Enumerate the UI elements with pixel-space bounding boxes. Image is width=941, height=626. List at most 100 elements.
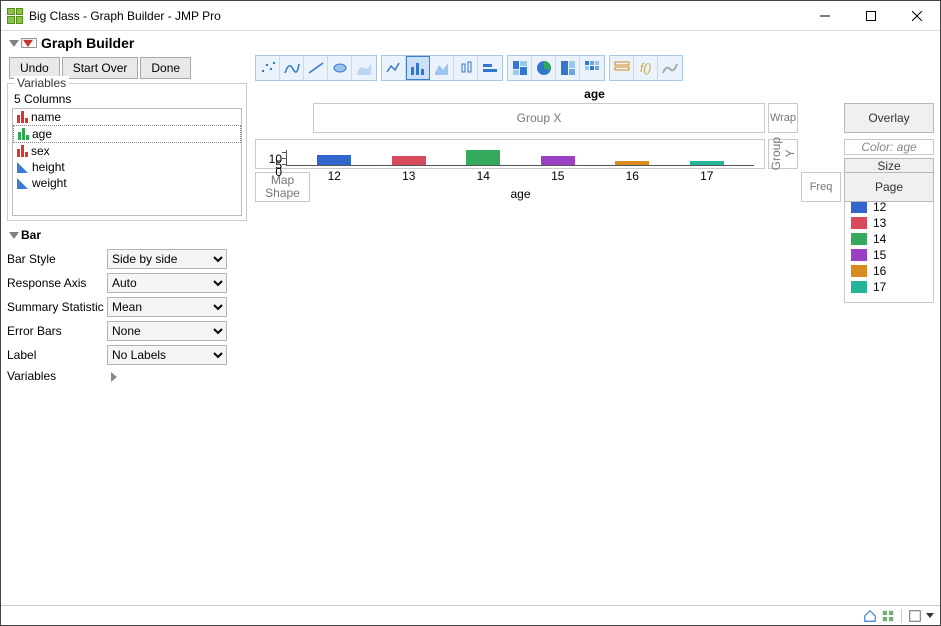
legend-item[interactable]: 12 <box>851 200 927 214</box>
variables-fieldset: Variables 5 Columns nameagesexheightweig… <box>7 83 247 221</box>
ellipse-chart-button[interactable] <box>328 56 352 80</box>
plot-area[interactable]: 0510 121314151617 age <box>255 139 765 169</box>
x-axis-label: age <box>287 187 754 201</box>
column-row-weight[interactable]: weight <box>13 175 241 191</box>
pie-chart-button[interactable] <box>532 56 556 80</box>
overlay-dropzone[interactable]: Overlay <box>844 103 934 133</box>
chart-title: age <box>255 85 934 103</box>
label-select[interactable]: No Labels <box>107 345 227 365</box>
legend-swatch <box>851 233 867 245</box>
nominal-icon <box>17 145 27 157</box>
column-name: age <box>32 127 52 141</box>
window-maximize-button[interactable] <box>848 1 894 30</box>
boxplot-button[interactable] <box>454 56 478 80</box>
response-axis-select[interactable]: Auto <box>107 273 227 293</box>
collapse-triangle-icon[interactable] <box>9 40 19 47</box>
column-name: weight <box>32 176 67 190</box>
smoother-chart-button[interactable] <box>280 56 304 80</box>
legend-item[interactable]: 13 <box>851 216 927 230</box>
red-triangle-icon <box>23 40 33 47</box>
page-dropzone[interactable]: Page <box>844 172 934 202</box>
bar-section-header[interactable]: Bar <box>7 225 247 245</box>
legend-item[interactable]: 15 <box>851 248 927 262</box>
variables-expand-label: Variables <box>7 369 107 383</box>
grid-icon[interactable] <box>881 609 895 623</box>
summary-statistic-select[interactable]: Mean <box>107 297 227 317</box>
start-over-button[interactable]: Start Over <box>62 57 139 79</box>
area-chart-button[interactable] <box>430 56 454 80</box>
legend-item[interactable]: 17 <box>851 280 927 294</box>
dropdown-icon[interactable] <box>926 613 934 618</box>
freq-dropzone[interactable]: Freq <box>801 172 841 202</box>
color-dropzone[interactable]: Color: age <box>844 139 934 155</box>
x-tick-label: 12 <box>317 169 351 183</box>
bar[interactable] <box>541 156 575 165</box>
done-button[interactable]: Done <box>140 57 191 79</box>
x-tick-label: 15 <box>541 169 575 183</box>
nominal-icon <box>17 111 27 123</box>
bar-style-label: Bar Style <box>7 252 107 266</box>
group-y-dropzone[interactable]: Group Y <box>768 139 798 169</box>
columns-list[interactable]: name age sexheight weight <box>12 108 242 216</box>
x-tick-label: 14 <box>466 169 500 183</box>
y-tick-label: 10 <box>269 152 282 166</box>
window-titlebar: Big Class - Graph Builder - JMP Pro <box>1 1 940 31</box>
mosaic-chart-button[interactable] <box>508 56 532 80</box>
legend-swatch <box>851 265 867 277</box>
svg-text:f(): f() <box>640 61 651 75</box>
box-icon[interactable] <box>908 609 922 623</box>
column-row-height[interactable]: height <box>13 159 241 175</box>
line-of-fit-button[interactable] <box>304 56 328 80</box>
summary-statistic-label: Summary Statistic <box>7 300 107 314</box>
group-x-dropzone[interactable]: Group X <box>313 103 765 133</box>
window-minimize-button[interactable] <box>802 1 848 30</box>
section-title: Graph Builder <box>41 35 134 51</box>
legend-label: 17 <box>873 280 886 294</box>
heatmap-button[interactable] <box>580 56 604 80</box>
error-bars-select[interactable]: None <box>107 321 227 341</box>
window-close-button[interactable] <box>894 1 940 30</box>
column-row-name[interactable]: name <box>13 109 241 125</box>
bar[interactable] <box>690 161 724 165</box>
variables-expand-button[interactable] <box>107 369 227 383</box>
x-tick-label: 17 <box>690 169 724 183</box>
chart-type-toolbar: f() <box>255 53 934 85</box>
wrap-dropzone[interactable]: Wrap <box>768 103 798 133</box>
column-row-sex[interactable]: sex <box>13 143 241 159</box>
status-bar <box>1 605 940 625</box>
bar-chart-button[interactable] <box>406 56 430 80</box>
bar-properties: Bar Style Side by side Response Axis Aut… <box>7 249 247 383</box>
window-title: Big Class - Graph Builder - JMP Pro <box>29 9 802 23</box>
bar[interactable] <box>392 156 426 165</box>
histogram-button[interactable] <box>478 56 502 80</box>
chart-area: f() age Group X Wrap Overlay 0510 <box>255 53 934 205</box>
column-name: height <box>32 160 65 174</box>
expand-arrow-icon <box>111 372 117 382</box>
legend-item[interactable]: 14 <box>851 232 927 246</box>
app-icon <box>7 8 23 24</box>
error-bars-label: Error Bars <box>7 324 107 338</box>
left-panel: Undo Start Over Done Variables 5 Columns… <box>7 53 247 383</box>
bar[interactable] <box>317 155 351 165</box>
contour-chart-button[interactable] <box>352 56 376 80</box>
line-chart-button[interactable] <box>382 56 406 80</box>
variables-legend: Variables <box>14 76 69 90</box>
bar[interactable] <box>615 161 649 165</box>
legend-label: 15 <box>873 248 886 262</box>
columns-count-label: 5 Columns <box>14 92 71 106</box>
legend-swatch <box>851 217 867 229</box>
points-chart-button[interactable] <box>256 56 280 80</box>
parallel-chart-button[interactable] <box>610 56 634 80</box>
bar[interactable] <box>466 150 500 165</box>
bar-style-select[interactable]: Side by side <box>107 249 227 269</box>
map-chart-button[interactable] <box>658 56 682 80</box>
red-triangle-menu[interactable] <box>21 38 37 48</box>
legend-swatch <box>851 281 867 293</box>
x-tick-label: 16 <box>615 169 649 183</box>
home-icon[interactable] <box>863 609 877 623</box>
column-row-age[interactable]: age <box>13 125 241 143</box>
legend-item[interactable]: 16 <box>851 264 927 278</box>
treemap-button[interactable] <box>556 56 580 80</box>
formula-chart-button[interactable]: f() <box>634 56 658 80</box>
columns-count-row[interactable]: 5 Columns <box>12 90 242 108</box>
